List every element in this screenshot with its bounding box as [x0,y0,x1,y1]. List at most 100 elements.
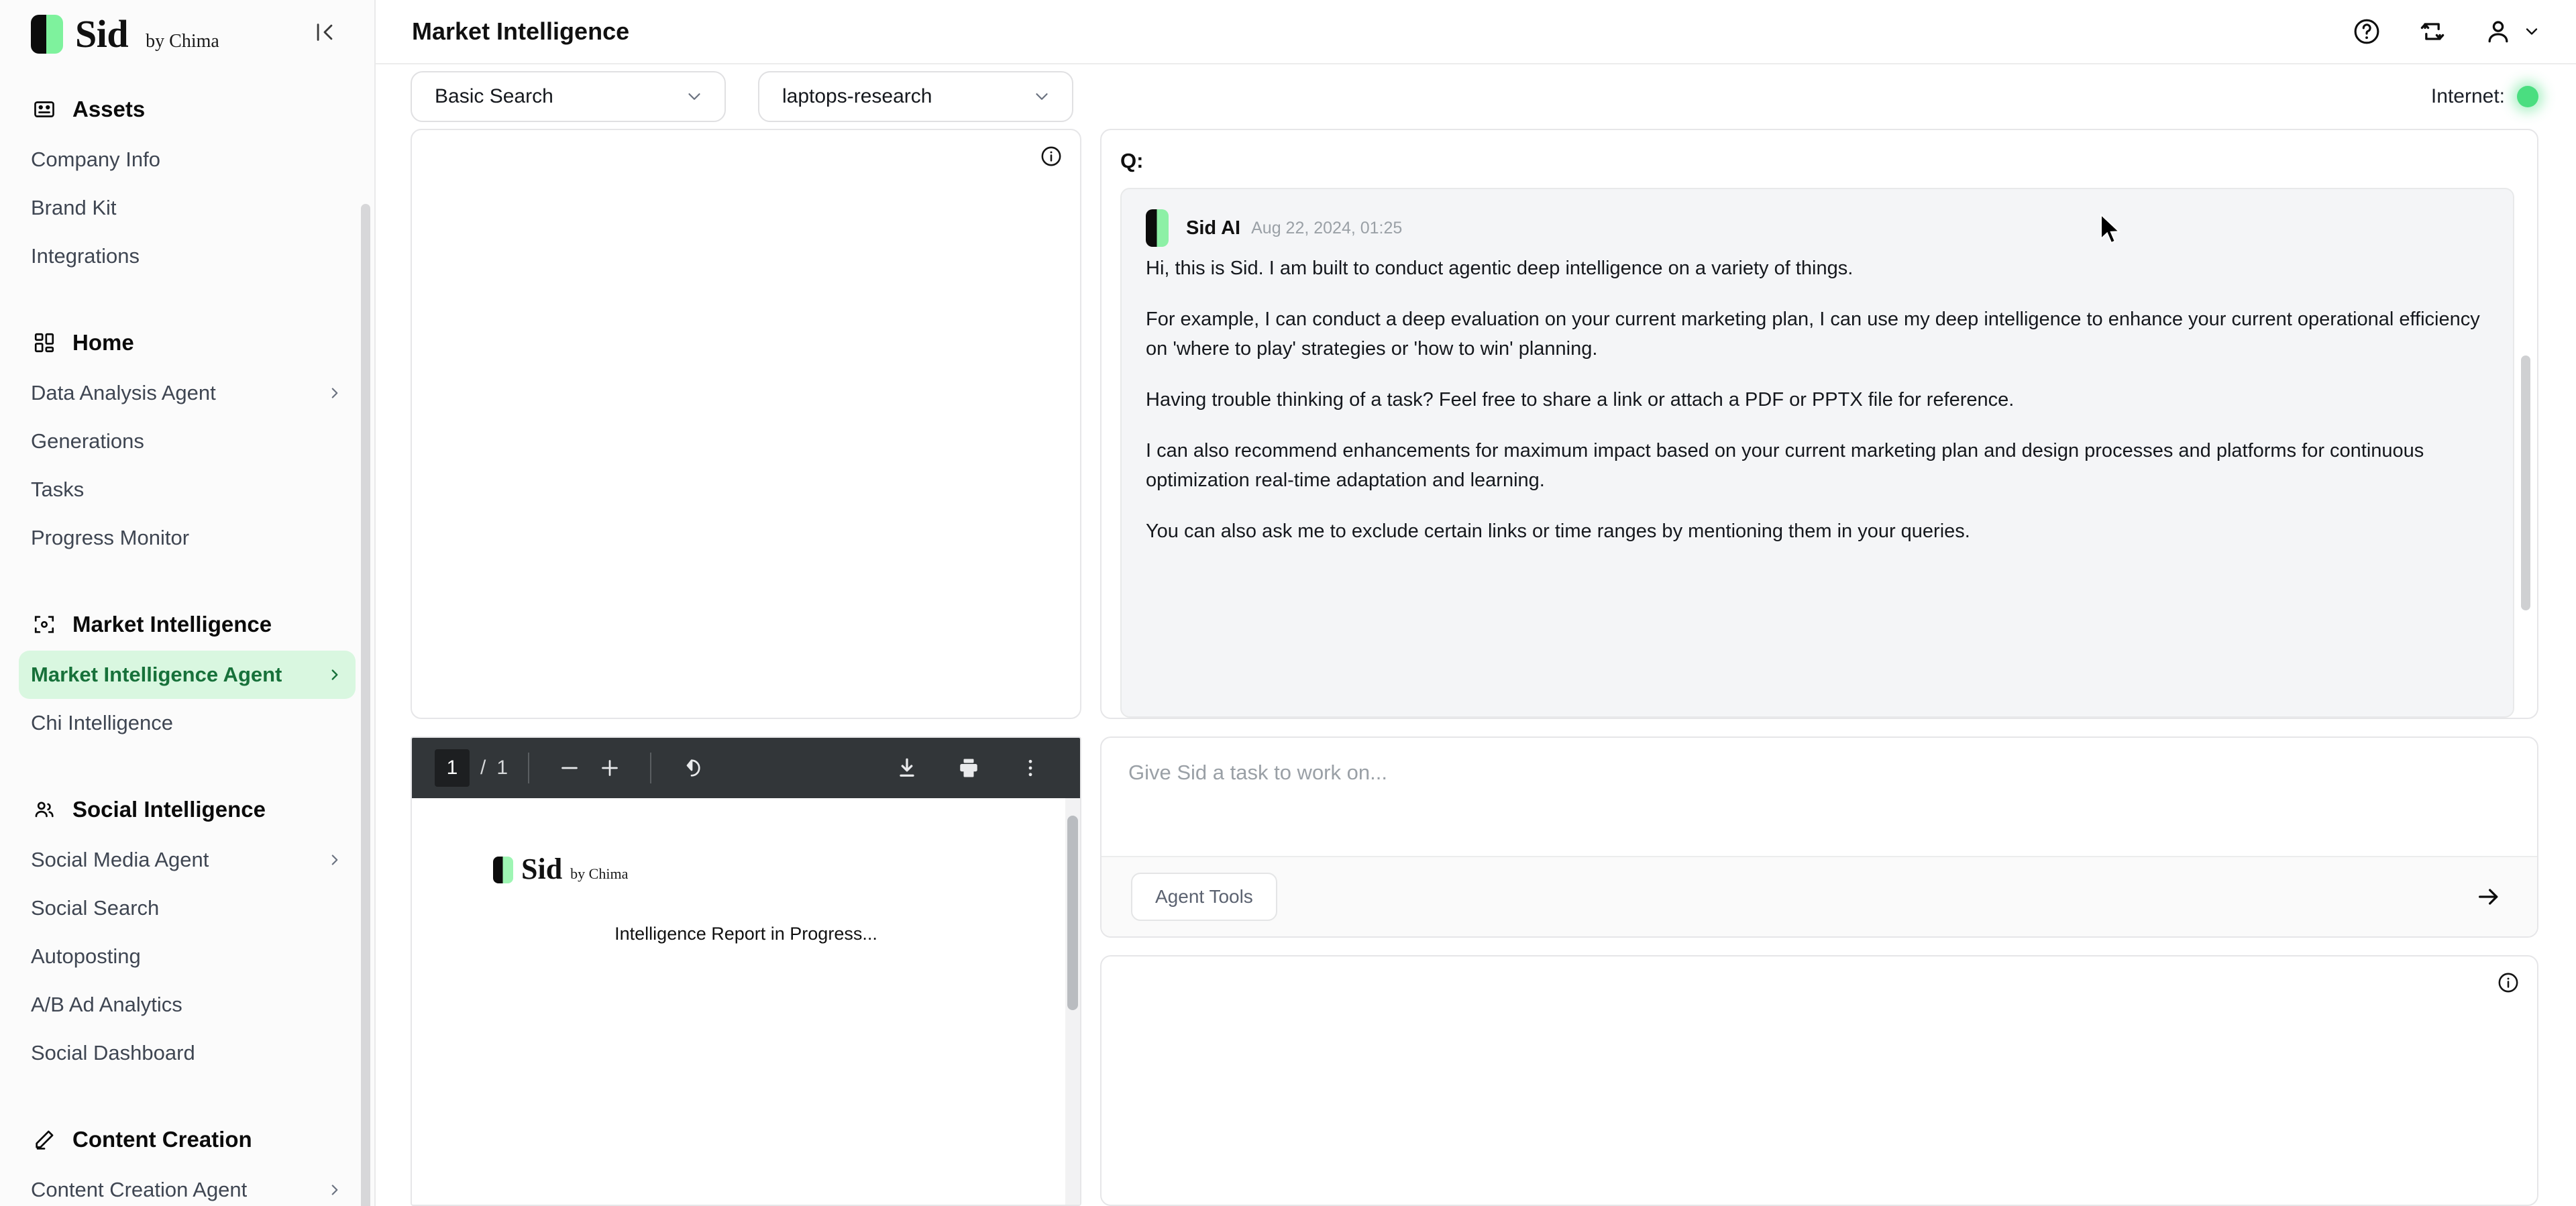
task-input[interactable]: Give Sid a task to work on... [1102,738,2537,856]
sid-logo-mark-icon [493,857,513,883]
internet-status: Internet: [2431,85,2538,108]
sidebar-item-brand-kit[interactable]: Brand Kit [19,184,356,232]
sidebar-item-autoposting[interactable]: Autoposting [19,932,356,981]
toolbar-selects: Basic Search laptops-research [411,71,1073,122]
chevron-down-icon [1032,87,1052,107]
search-toolbar: Basic Search laptops-research Internet: [376,64,2576,129]
task-input-placeholder: Give Sid a task to work on... [1128,761,1387,784]
pdf-brand-logo: Sid by Chima [493,852,1074,886]
sidebar-item-social-dashboard[interactable]: Social Dashboard [19,1029,356,1077]
composer: Give Sid a task to work on... Agent Tool… [1100,736,2538,938]
pdf-viewer: 1 / 1 Sid by Chima Intelligence Report i… [411,736,1081,1206]
sidebar-item-market-intelligence-agent[interactable]: Market Intelligence Agent [19,651,356,699]
agent-tools-button[interactable]: Agent Tools [1131,873,1277,921]
project-value: laptops-research [782,85,932,107]
sidebar-group-market-intelligence: Market Intelligence [0,598,374,651]
sidebar-item-chi-intelligence[interactable]: Chi Intelligence [19,699,356,747]
chevron-right-icon [326,384,343,402]
chevron-down-icon [684,87,704,107]
sidebar-item-label: Progress Monitor [31,526,190,549]
sidebar-group-title: Home [72,330,134,355]
composer-toolbar: Agent Tools [1102,856,2537,936]
sidebar-item-integrations[interactable]: Integrations [19,232,356,280]
minus-icon[interactable] [549,748,590,788]
sidebar-item-label: Generations [31,429,144,453]
sidebar-group-title: Market Intelligence [72,612,272,637]
search-mode-select[interactable]: Basic Search [411,71,726,122]
sid-logo-mark-icon [31,15,63,54]
avatar [1146,209,1169,247]
pdf-toolbar-left: 1 / 1 [435,748,712,788]
sidebar-item-social-search[interactable]: Social Search [19,884,356,932]
pdf-scrollbar-track[interactable] [1065,798,1080,1205]
chat-message-body: Hi, this is Sid. I am built to conduct a… [1146,254,2489,547]
plus-icon[interactable] [590,748,630,788]
more-vertical-icon[interactable] [1010,748,1051,788]
app-root: Sid by Chima Assets Company Info Brand K… [0,0,2576,1206]
assets-robot-icon [31,96,58,123]
sidebar-group-assets: Assets [0,83,374,135]
sidebar-item-label: Autoposting [31,944,141,968]
user-account-button[interactable] [2483,17,2541,46]
sidebar-item-content-creation-agent[interactable]: Content Creation Agent [19,1166,356,1206]
pdf-total-pages: 1 [496,757,508,779]
sidebar-scrollbar[interactable] [361,204,370,1206]
sidebar-header: Sid by Chima [0,0,374,64]
results-panel [1100,955,2538,1206]
chat-paragraph: Having trouble thinking of a task? Feel … [1146,389,2015,411]
pdf-brand-byline: by Chima [570,865,629,882]
sidebar-item-progress-monitor[interactable]: Progress Monitor [19,514,356,562]
left-column: 1 / 1 Sid by Chima Intelligence Report i… [411,129,1081,1206]
chat-scrollbar[interactable] [2521,355,2530,610]
sidebar-item-ab-ad-analytics[interactable]: A/B Ad Analytics [19,981,356,1029]
sidebar-item-label: A/B Ad Analytics [31,993,182,1016]
info-circle-icon[interactable] [1040,145,1063,171]
sidebar-item-label: Market Intelligence Agent [31,663,282,686]
sidebar-collapse-button[interactable] [306,13,343,51]
rotate-icon[interactable] [672,748,712,788]
status-badge [2517,86,2538,107]
sidebar-item-company-info[interactable]: Company Info [19,135,356,184]
panel-collapse-icon [317,23,333,41]
chat-message-header: Sid AI Aug 22, 2024, 01:25 [1146,209,2489,247]
brand-name: Sid [75,12,129,56]
sidebar-item-label: Tasks [31,478,85,501]
brand-logo[interactable]: Sid by Chima [31,8,219,56]
pdf-scrollbar-thumb[interactable] [1067,816,1078,1010]
pdf-toolbar: 1 / 1 [412,738,1080,798]
print-icon[interactable] [949,748,989,788]
sidebar-item-data-analysis-agent[interactable]: Data Analysis Agent [19,369,356,417]
sidebar-item-social-media-agent[interactable]: Social Media Agent [19,836,356,884]
pdf-brand-name: Sid [521,853,563,885]
pdf-page-area[interactable]: Sid by Chima Intelligence Report in Prog… [412,798,1080,1205]
download-icon[interactable] [887,748,927,788]
internet-status-label: Internet: [2430,85,2505,107]
divider [528,753,530,783]
brand-byline: by Chima [146,31,219,52]
question-label: Q: [1120,149,1144,172]
chat-messages[interactable]: Sid AI Aug 22, 2024, 01:25 Hi, this is S… [1102,188,2537,718]
sidebar-nav: Assets Company Info Brand Kit Integratio… [0,83,374,1206]
chevron-right-icon [326,666,343,683]
sidebar-item-label: Chi Intelligence [31,711,173,734]
sidebar-group-home: Home [0,317,374,369]
sidebar: Sid by Chima Assets Company Info Brand K… [0,0,376,1206]
top-bar: Market Intelligence [376,0,2576,64]
project-select[interactable]: laptops-research [758,71,1073,122]
right-column: Q: Sid AI Aug 22, 2024, 01:25 Hi, this i… [1081,129,2538,1206]
sidebar-group-title: Assets [72,97,146,121]
swap-repeat-icon[interactable] [2418,17,2447,46]
sidebar-item-tasks[interactable]: Tasks [19,465,356,514]
pdf-document-page: Sid by Chima Intelligence Report in Prog… [418,798,1074,1205]
topbar-actions [2352,17,2541,46]
sidebar-item-label: Social Dashboard [31,1041,195,1064]
pdf-page-input[interactable]: 1 [435,749,470,787]
help-circle-icon[interactable] [2352,17,2381,46]
send-arrow-icon[interactable] [2475,883,2502,910]
chevron-right-icon [326,1181,343,1199]
sidebar-item-generations[interactable]: Generations [19,417,356,465]
info-circle-icon[interactable] [2497,971,2520,997]
